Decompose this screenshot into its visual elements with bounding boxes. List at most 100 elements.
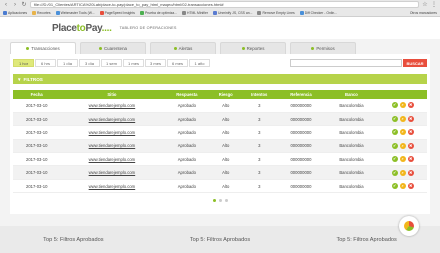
- column-header[interactable]: Banco: [324, 90, 379, 99]
- site-cell[interactable]: www.tiendarejemplo.com: [60, 112, 164, 127]
- filters-bar[interactable]: ▼ FILTROS: [13, 74, 427, 84]
- site-cell[interactable]: www.tiendarejemplo.com: [60, 152, 164, 167]
- tab-reportes[interactable]: Reportes: [220, 42, 286, 54]
- bookmark-item[interactable]: HTML Minifier: [182, 11, 208, 15]
- site-cell[interactable]: www.tiendarejemplo.com: [60, 165, 164, 180]
- reload-icon[interactable]: ↻: [21, 2, 27, 8]
- bank-cell: Bancolombia: [324, 125, 379, 140]
- search-icon[interactable]: ⌕: [399, 102, 406, 109]
- response-cell: Aprobado: [163, 152, 211, 167]
- approve-icon[interactable]: ✔: [391, 116, 398, 123]
- column-header[interactable]: [378, 90, 427, 99]
- range-button[interactable]: 1 año: [189, 59, 210, 67]
- column-header[interactable]: Intentos: [241, 90, 278, 99]
- site-cell[interactable]: www.tiendarejemplo.com: [60, 179, 164, 194]
- filters-label: FILTROS: [23, 76, 43, 82]
- row-actions: ✔ ⌕ ✖: [378, 102, 427, 109]
- search-icon[interactable]: ⌕: [399, 116, 406, 123]
- approve-icon[interactable]: ✔: [391, 102, 398, 109]
- site-cell[interactable]: www.tiendarejemplo.com: [60, 139, 164, 154]
- bookmark-icon: [139, 11, 144, 15]
- range-button[interactable]: 3 mes: [145, 59, 166, 67]
- bookmark-label: Diff Checker - Onlin...: [304, 11, 338, 15]
- search-icon[interactable]: ⌕: [399, 156, 406, 163]
- range-button[interactable]: 6 mes: [167, 59, 188, 67]
- range-button[interactable]: 6 hrs: [35, 59, 56, 67]
- range-button[interactable]: 1 sem: [101, 59, 122, 67]
- close-icon[interactable]: ✖: [407, 183, 414, 190]
- bookmark-item[interactable]: Remove Empty Lines: [257, 11, 295, 15]
- chart-fab-button[interactable]: [399, 216, 419, 236]
- tab-transacciones[interactable]: Transacciones: [10, 42, 76, 54]
- forward-icon[interactable]: ›: [12, 2, 18, 8]
- bookmark-label: Prueba de optimiza...: [144, 11, 178, 15]
- tab-dot-icon: [311, 47, 315, 50]
- attempts-cell: 3: [241, 139, 278, 154]
- search-input[interactable]: [290, 59, 402, 67]
- search-icon[interactable]: ⌕: [399, 183, 406, 190]
- table-row: 2017-03-10 www.tiendarejemplo.com Aprobado…: [13, 165, 427, 180]
- approve-icon[interactable]: ✔: [391, 129, 398, 136]
- approve-icon[interactable]: ✔: [391, 156, 398, 163]
- bookmark-item[interactable]: Prueba de optimiza...: [139, 11, 178, 15]
- header: PlacetoPay.... TABLERO DE OPERACIONES: [0, 17, 440, 39]
- bookmark-item[interactable]: Diff Checker - Onlin...: [299, 11, 338, 15]
- close-icon[interactable]: ✖: [407, 116, 414, 123]
- reference-cell: 000000000: [277, 179, 325, 194]
- approve-icon[interactable]: ✔: [391, 169, 398, 176]
- tab-alertas[interactable]: Alertas: [150, 42, 216, 54]
- reference-cell: 000000000: [277, 112, 325, 127]
- search-button[interactable]: BUSCAR: [403, 59, 427, 67]
- bookmark-item[interactable]: Unminify JS, CSS an...: [213, 11, 252, 15]
- range-button[interactable]: 3 día: [79, 59, 100, 67]
- attempts-cell: 3: [241, 99, 278, 113]
- bottom-cards: Top 5: Filtros Aprobados Top 5: Filtros A…: [0, 226, 440, 253]
- bookmark-item[interactable]: Aplicaciones: [3, 11, 27, 15]
- actions-cell: ✔ ⌕ ✖: [378, 139, 427, 154]
- pager-dot[interactable]: [224, 199, 228, 203]
- pager-dot[interactable]: [218, 199, 222, 203]
- column-header[interactable]: Respuesta: [163, 90, 211, 99]
- search-icon[interactable]: ⌕: [399, 169, 406, 176]
- column-header[interactable]: Referencia: [277, 90, 325, 99]
- bank-cell: Bancolombia: [324, 165, 379, 180]
- range-button[interactable]: 1 mes: [123, 59, 144, 67]
- range-button[interactable]: 1 día: [57, 59, 78, 67]
- actions-cell: ✔ ⌕ ✖: [378, 125, 427, 140]
- column-header[interactable]: Fecha: [13, 90, 61, 99]
- site-cell[interactable]: www.tiendarejemplo.com: [60, 99, 164, 113]
- menu-icon[interactable]: ⋮: [431, 2, 437, 8]
- search-icon[interactable]: ⌕: [399, 129, 406, 136]
- response-cell: Aprobado: [163, 125, 211, 140]
- bookmark-item[interactable]: Recortes: [32, 11, 51, 15]
- attempts-cell: 3: [241, 125, 278, 140]
- pager-dot[interactable]: [212, 199, 216, 203]
- approve-icon[interactable]: ✔: [391, 183, 398, 190]
- url-field[interactable]: file:///D:/01_Clientes/ARTICA%20Lab/plac…: [30, 1, 419, 8]
- table-row: 2017-03-10 www.tiendarejemplo.com Aprobado…: [13, 152, 427, 167]
- close-icon[interactable]: ✖: [407, 156, 414, 163]
- range-button[interactable]: 1 hor: [13, 59, 34, 67]
- column-header[interactable]: Sitio: [60, 90, 164, 99]
- bookmark-item[interactable]: Webmaster Tools (W...: [55, 11, 95, 15]
- date-cell: 2017-03-10: [13, 139, 61, 154]
- approve-icon[interactable]: ✔: [391, 142, 398, 149]
- column-header[interactable]: Riesgo: [210, 90, 242, 99]
- close-icon[interactable]: ✖: [407, 102, 414, 109]
- star-icon[interactable]: ☆: [422, 2, 428, 8]
- tab-permisos[interactable]: Permisos: [290, 42, 356, 54]
- logo[interactable]: PlacetoPay....: [52, 23, 112, 34]
- back-icon[interactable]: ‹: [3, 2, 9, 8]
- close-icon[interactable]: ✖: [407, 169, 414, 176]
- filter-icon: ▼: [17, 76, 22, 82]
- close-icon[interactable]: ✖: [407, 142, 414, 149]
- table-row: 2017-03-10 www.tiendarejemplo.com Aprobado…: [13, 112, 427, 127]
- tab-cuarentena[interactable]: Cuarentena: [80, 42, 146, 54]
- bookmark-icon: [32, 11, 37, 15]
- bookmark-item[interactable]: PageSpeed Insights: [99, 11, 135, 15]
- bank-cell: Bancolombia: [324, 112, 379, 127]
- search-icon[interactable]: ⌕: [399, 142, 406, 149]
- other-bookmarks[interactable]: Otros marcadores: [410, 11, 437, 15]
- site-cell[interactable]: www.tiendarejemplo.com: [60, 125, 164, 140]
- close-icon[interactable]: ✖: [407, 129, 414, 136]
